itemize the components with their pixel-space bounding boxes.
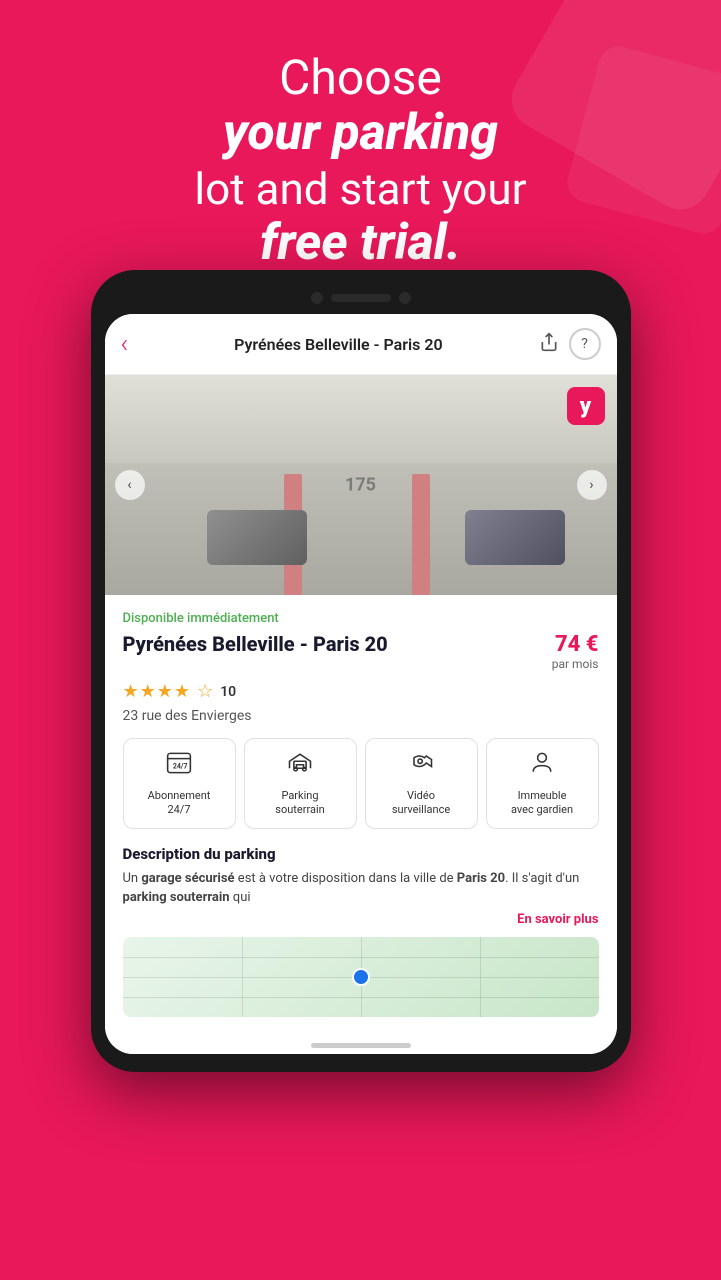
- description-title: Description du parking: [123, 845, 599, 863]
- parking-image-bg: 175: [105, 375, 617, 595]
- phone-home-bar: [105, 1033, 617, 1054]
- app-bar-title: Pyrénées Belleville - Paris 20: [138, 335, 538, 354]
- phone-notch: [105, 288, 617, 314]
- app-bar: ‹ Pyrénées Belleville - Paris 20 ?: [105, 314, 617, 375]
- price-amount: 74 €: [555, 632, 599, 657]
- map-grid-v3: [480, 937, 481, 1017]
- parking-souterrain-icon: [286, 749, 314, 783]
- gardien-icon: [528, 749, 556, 783]
- abonnement-icon: 24/7: [165, 749, 193, 783]
- price-block: 74 € par mois: [552, 632, 599, 671]
- parking-ceiling: [105, 375, 617, 463]
- title-price-row: Pyrénées Belleville - Paris 20 74 € par …: [123, 632, 599, 671]
- feature-parking-souterrain: Parkingsouterrain: [244, 738, 357, 829]
- front-sensor: [399, 292, 411, 304]
- parking-car-1: [207, 510, 307, 565]
- phone-screen: ‹ Pyrénées Belleville - Paris 20 ?: [105, 314, 617, 1054]
- phone-speaker: [331, 294, 391, 302]
- carousel-prev-button[interactable]: ‹: [115, 470, 145, 500]
- parking-name: Pyrénées Belleville - Paris 20: [123, 632, 552, 656]
- parking-image: 175 y ‹ ›: [105, 375, 617, 595]
- header-section: Choose your parking lot and start your f…: [0, 0, 721, 303]
- help-button[interactable]: ?: [569, 328, 601, 360]
- back-button[interactable]: ‹: [121, 331, 129, 357]
- phone-frame: ‹ Pyrénées Belleville - Paris 20 ?: [91, 270, 631, 1072]
- header-line3: lot and start your: [60, 163, 661, 216]
- header-line1: Choose: [60, 50, 661, 105]
- description-section: Description du parking Un garage sécuris…: [123, 845, 599, 927]
- parking-address: 23 rue des Envierges: [123, 708, 599, 724]
- header-line2: your parking: [60, 105, 661, 163]
- app-logo: y: [567, 387, 605, 425]
- star-half-icon: ☆: [197, 681, 214, 702]
- feature-abonnement: 24/7 Abonnement24/7: [123, 738, 236, 829]
- app-bar-icons: ?: [539, 328, 601, 360]
- feature-gardien: Immeubleavec gardien: [486, 738, 599, 829]
- help-icon: ?: [581, 336, 588, 352]
- feature-video: Vidéosurveillance: [365, 738, 478, 829]
- share-icon[interactable]: [539, 332, 559, 357]
- front-camera: [311, 292, 323, 304]
- read-more-button[interactable]: En savoir plus: [123, 912, 599, 927]
- feature-gardien-label: Immeubleavec gardien: [511, 789, 573, 818]
- feature-parking-souterrain-label: Parkingsouterrain: [275, 789, 324, 818]
- star-icons: ★★★★: [123, 681, 192, 702]
- rating-count: 10: [220, 684, 236, 700]
- features-grid: 24/7 Abonnement24/7: [123, 738, 599, 829]
- availability-badge: Disponible immédiatement: [123, 611, 599, 626]
- feature-video-label: Vidéosurveillance: [392, 789, 450, 818]
- parking-pillar-2: [412, 474, 430, 595]
- description-text: Un garage sécurisé est à votre dispositi…: [123, 869, 599, 908]
- map-grid-v1: [242, 937, 243, 1017]
- carousel-next-button[interactable]: ›: [577, 470, 607, 500]
- video-icon: [407, 749, 435, 783]
- svg-text:24/7: 24/7: [173, 762, 188, 770]
- map-preview[interactable]: [123, 937, 599, 1017]
- content-area: Disponible immédiatement Pyrénées Bellev…: [105, 595, 617, 1033]
- parking-number: 175: [345, 475, 376, 496]
- header-line4: free trial.: [60, 215, 661, 273]
- phone-mockup: ‹ Pyrénées Belleville - Paris 20 ?: [91, 270, 631, 1072]
- feature-abonnement-label: Abonnement24/7: [148, 789, 211, 818]
- home-bar-indicator: [311, 1043, 411, 1048]
- rating-row: ★★★★ ☆ 10: [123, 681, 599, 702]
- map-pin: [352, 968, 370, 986]
- price-period: par mois: [552, 657, 599, 671]
- parking-car-2: [465, 510, 565, 565]
